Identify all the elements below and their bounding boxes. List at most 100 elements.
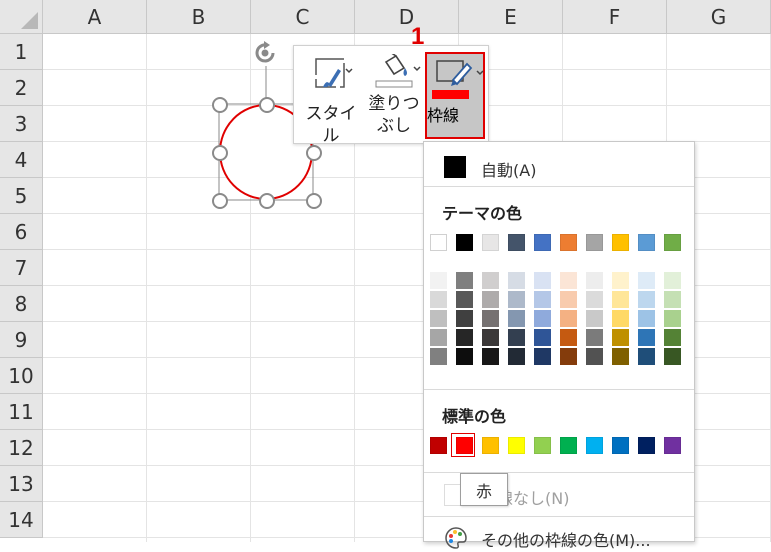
row-header[interactable]: 5 [0,178,43,214]
resize-handle-left[interactable] [212,145,228,161]
column-header[interactable]: E [459,0,563,34]
theme-tint-swatch[interactable] [534,272,551,289]
theme-tint-swatch[interactable] [612,329,629,346]
row-header[interactable]: 1 [0,34,43,70]
theme-tint-swatch[interactable] [456,291,473,308]
theme-tint-swatch[interactable] [638,291,655,308]
theme-tint-swatch[interactable] [586,348,603,365]
theme-tint-swatch[interactable] [638,348,655,365]
theme-tint-swatch[interactable] [534,329,551,346]
resize-handle-top[interactable] [259,97,275,113]
outline-button[interactable]: 枠線 [425,52,485,139]
theme-tint-swatch[interactable] [586,291,603,308]
column-header[interactable]: A [43,0,147,34]
standard-color-swatch[interactable] [638,437,655,454]
theme-tint-swatch[interactable] [664,329,681,346]
theme-tint-swatch[interactable] [664,291,681,308]
row-header[interactable]: 11 [0,394,43,430]
theme-tint-swatch[interactable] [560,272,577,289]
standard-color-swatch[interactable] [482,437,499,454]
theme-tint-swatch[interactable] [430,329,447,346]
theme-color-swatch[interactable] [534,234,551,251]
standard-color-swatch[interactable] [430,437,447,454]
theme-tint-swatch[interactable] [508,272,525,289]
theme-color-swatch[interactable] [560,234,577,251]
theme-tint-swatch[interactable] [456,329,473,346]
theme-tint-swatch[interactable] [534,310,551,327]
theme-tint-swatch[interactable] [586,310,603,327]
row-header[interactable]: 9 [0,322,43,358]
row-header[interactable]: 14 [0,502,43,538]
row-header[interactable]: 6 [0,214,43,250]
theme-tint-swatch[interactable] [430,272,447,289]
theme-tint-swatch[interactable] [456,348,473,365]
row-header[interactable]: 7 [0,250,43,286]
theme-tint-swatch[interactable] [482,329,499,346]
theme-tint-swatch[interactable] [508,310,525,327]
column-header[interactable]: D [355,0,459,34]
standard-color-swatch[interactable] [586,437,603,454]
theme-tint-swatch[interactable] [482,348,499,365]
standard-color-swatch[interactable] [664,437,681,454]
row-header[interactable]: 12 [0,430,43,466]
theme-tint-swatch[interactable] [482,310,499,327]
column-header[interactable]: G [667,0,771,34]
standard-color-swatch[interactable] [560,437,577,454]
column-header[interactable]: F [563,0,667,34]
row-header[interactable]: 2 [0,70,43,106]
resize-handle-bottom[interactable] [259,193,275,209]
theme-tint-swatch[interactable] [664,272,681,289]
theme-tint-swatch[interactable] [612,291,629,308]
fill-button[interactable]: 塗りつ ぶし [366,46,422,143]
theme-tint-swatch[interactable] [560,348,577,365]
theme-tint-swatch[interactable] [638,310,655,327]
theme-color-swatch[interactable] [508,234,525,251]
select-all-corner[interactable] [0,0,43,34]
theme-tint-swatch[interactable] [612,348,629,365]
theme-tint-swatch[interactable] [664,348,681,365]
theme-color-swatch[interactable] [612,234,629,251]
theme-color-swatch[interactable] [456,234,473,251]
theme-color-swatch[interactable] [430,234,447,251]
standard-color-swatch[interactable] [508,437,525,454]
theme-tint-swatch[interactable] [534,291,551,308]
theme-tint-swatch[interactable] [508,291,525,308]
automatic-color-item[interactable]: 自動(A) [424,146,694,184]
theme-tint-swatch[interactable] [430,310,447,327]
theme-tint-swatch[interactable] [456,310,473,327]
theme-tint-swatch[interactable] [560,291,577,308]
theme-tint-swatch[interactable] [586,272,603,289]
column-header[interactable]: C [251,0,355,34]
theme-color-swatch[interactable] [664,234,681,251]
resize-handle-bottom-right[interactable] [306,193,322,209]
more-colors-item[interactable]: その他の枠線の色(M)... [424,522,694,552]
theme-color-swatch[interactable] [586,234,603,251]
rotate-handle-icon[interactable] [254,40,278,66]
theme-tint-swatch[interactable] [456,272,473,289]
row-header[interactable]: 3 [0,106,43,142]
theme-tint-swatch[interactable] [638,272,655,289]
theme-tint-swatch[interactable] [482,272,499,289]
column-header[interactable]: B [147,0,251,34]
theme-color-swatch[interactable] [638,234,655,251]
style-button[interactable]: スタイル [300,46,362,146]
theme-tint-swatch[interactable] [664,310,681,327]
theme-tint-swatch[interactable] [482,291,499,308]
theme-tint-swatch[interactable] [534,348,551,365]
theme-color-swatch[interactable] [482,234,499,251]
theme-tint-swatch[interactable] [612,310,629,327]
row-header[interactable]: 10 [0,358,43,394]
standard-color-swatch[interactable] [612,437,629,454]
theme-tint-swatch[interactable] [430,291,447,308]
row-header[interactable]: 4 [0,142,43,178]
resize-handle-top-left[interactable] [212,97,228,113]
row-header[interactable]: 13 [0,466,43,502]
standard-color-swatch[interactable] [534,437,551,454]
theme-tint-swatch[interactable] [560,310,577,327]
row-header[interactable]: 8 [0,286,43,322]
resize-handle-right[interactable] [306,145,322,161]
theme-tint-swatch[interactable] [612,272,629,289]
theme-tint-swatch[interactable] [586,329,603,346]
theme-tint-swatch[interactable] [638,329,655,346]
resize-handle-bottom-left[interactable] [212,193,228,209]
